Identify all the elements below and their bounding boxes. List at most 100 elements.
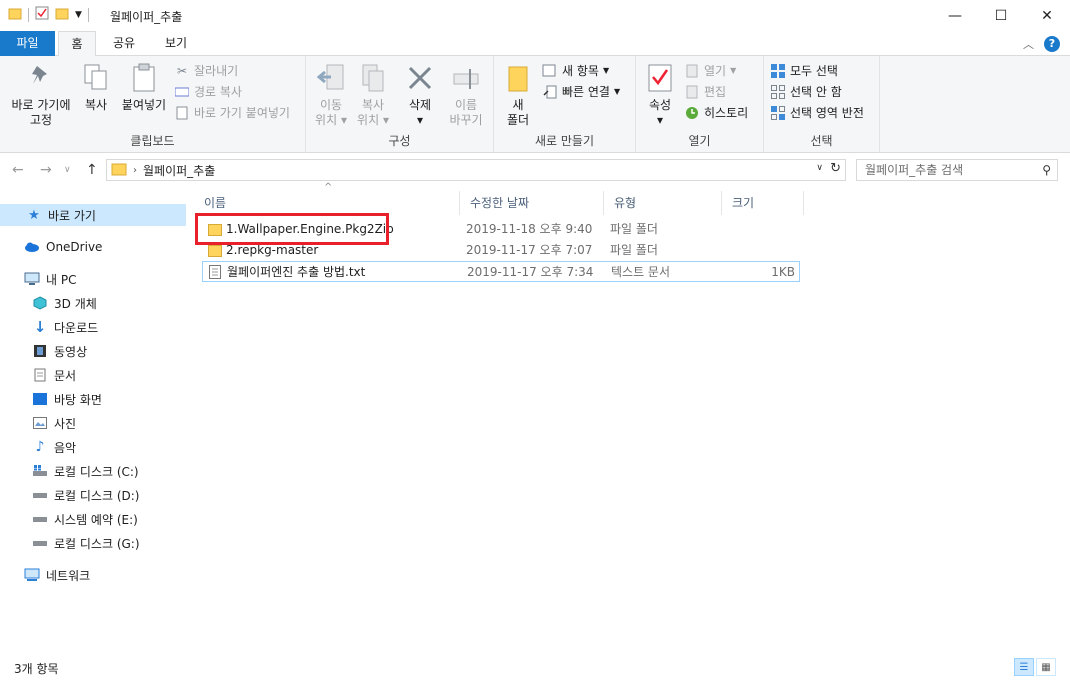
windows-drive-icon xyxy=(32,463,48,479)
drive-icon xyxy=(32,511,48,527)
search-input[interactable]: 월페이퍼_추출 검색 ⚲ xyxy=(856,159,1058,181)
item-count: 3개 항목 xyxy=(14,662,59,676)
edit-button[interactable]: 편집 xyxy=(684,83,726,101)
select-all-icon xyxy=(770,63,786,79)
copy-to-button[interactable]: 복사 위치 ▾ xyxy=(354,62,392,128)
sidebar-item-this-pc[interactable]: 내 PC xyxy=(0,268,186,290)
file-size: 1KB xyxy=(771,265,795,279)
network-icon xyxy=(24,567,40,583)
tab-share[interactable]: 공유 xyxy=(100,31,148,56)
refresh-icon[interactable]: ↻ xyxy=(830,161,841,176)
scissors-icon: ✂ xyxy=(176,64,188,78)
breadcrumb[interactable]: 월페이퍼_추출 xyxy=(143,162,215,179)
cloud-icon xyxy=(24,239,40,255)
delete-button[interactable]: 삭제 ▾ xyxy=(402,62,438,128)
download-icon: ↓ xyxy=(33,318,47,336)
sidebar-item-music[interactable]: ♪ 음악 xyxy=(0,436,186,458)
easy-access-button[interactable]: 빠른 연결 ▼ xyxy=(542,83,620,101)
tab-view[interactable]: 보기 xyxy=(152,31,200,56)
window-title: 월페이퍼_추출 xyxy=(110,10,183,24)
details-view-icon: ☰ xyxy=(1019,661,1029,673)
new-folder-button[interactable]: 새 폴더 xyxy=(502,62,534,128)
select-none-icon xyxy=(770,84,786,100)
sidebar-item-documents[interactable]: 문서 xyxy=(0,364,186,386)
sidebar-item-drive-d[interactable]: 로컬 디스크 (D:) xyxy=(0,484,186,506)
recent-locations-icon[interactable]: ∨ xyxy=(64,165,71,175)
close-button[interactable]: ✕ xyxy=(1024,0,1070,31)
properties-button[interactable]: 속성 ▾ xyxy=(642,62,678,128)
details-view-button[interactable]: ☰ xyxy=(1014,658,1034,676)
sidebar-item-pictures[interactable]: 사진 xyxy=(0,412,186,434)
column-header-name[interactable]: 이름 xyxy=(194,191,460,215)
music-icon: ♪ xyxy=(35,439,45,455)
tab-file[interactable]: 파일 xyxy=(0,31,55,56)
drive-icon xyxy=(32,487,48,503)
open-button[interactable]: 열기 ▼ xyxy=(684,62,736,80)
delete-x-icon xyxy=(404,62,436,94)
document-icon xyxy=(32,367,48,383)
sidebar-item-3d-objects[interactable]: 3D 개체 xyxy=(0,292,186,314)
properties-icon[interactable] xyxy=(35,6,49,23)
new-item-icon xyxy=(542,63,558,79)
history-button[interactable]: 히스토리 xyxy=(684,104,748,122)
forward-arrow-icon[interactable]: → xyxy=(40,162,52,178)
select-all-button[interactable]: 모두 선택 xyxy=(770,62,838,80)
folder-icon xyxy=(8,6,22,23)
new-item-button[interactable]: 새 항목 ▼ xyxy=(542,62,609,80)
back-arrow-icon[interactable]: ← xyxy=(12,162,24,178)
sidebar-item-onedrive[interactable]: OneDrive xyxy=(0,236,186,258)
sidebar-item-network[interactable]: 네트워크 xyxy=(0,564,186,586)
paste-shortcut-button[interactable]: 바로 가기 붙여넣기 xyxy=(174,104,290,122)
desktop-icon xyxy=(32,391,48,407)
address-dropdown-icon[interactable]: ∨ xyxy=(816,163,823,173)
maximize-button[interactable]: ☐ xyxy=(978,0,1024,31)
table-row[interactable]: 월페이퍼엔진 추출 방법.txt 2019-11-17 오후 7:34 텍스트 … xyxy=(202,261,800,282)
navigation-bar: ← → ∨ ↑ › 월페이퍼_추출 ∨ ↻ 월페이퍼_추출 검색 ⚲ xyxy=(0,154,1070,186)
new-folder-icon[interactable] xyxy=(55,6,69,23)
sidebar-item-drive-e[interactable]: 시스템 예약 (E:) xyxy=(0,508,186,530)
file-date: 2019-11-17 오후 7:34 xyxy=(467,265,594,279)
column-header-type[interactable]: 유형 xyxy=(604,191,722,215)
breadcrumb-separator-icon: › xyxy=(133,164,137,176)
path-icon xyxy=(174,84,190,100)
sidebar-item-quick-access[interactable]: ★ 바로 가기 xyxy=(0,204,186,226)
chevron-down-icon[interactable]: ▼ xyxy=(75,10,82,20)
picture-icon xyxy=(32,415,48,431)
move-icon xyxy=(315,62,347,94)
file-date: 2019-11-18 오후 9:40 xyxy=(466,222,593,236)
sidebar-item-drive-c[interactable]: 로컬 디스크 (C:) xyxy=(0,460,186,482)
copy-path-button[interactable]: 경로 복사 xyxy=(174,83,242,101)
up-arrow-icon[interactable]: ↑ xyxy=(86,162,98,178)
invert-selection-button[interactable]: 선택 영역 반전 xyxy=(770,104,864,122)
copy-icon xyxy=(80,62,112,94)
sidebar-item-drive-g[interactable]: 로컬 디스크 (G:) xyxy=(0,532,186,554)
minimize-button[interactable]: — xyxy=(932,0,978,31)
drive-icon xyxy=(32,535,48,551)
copy-to-icon xyxy=(357,62,389,94)
select-none-button[interactable]: 선택 안 함 xyxy=(770,83,842,101)
sidebar-item-downloads[interactable]: ↓ 다운로드 xyxy=(0,316,186,338)
search-icon[interactable]: ⚲ xyxy=(1042,160,1051,180)
large-icons-view-button[interactable]: ▦ xyxy=(1036,658,1056,676)
open-icon xyxy=(684,63,700,79)
move-to-button[interactable]: 이동 위치 ▾ xyxy=(312,62,350,128)
collapse-ribbon-icon[interactable]: ︿ xyxy=(1023,36,1034,52)
file-type: 텍스트 문서 xyxy=(611,265,671,279)
large-icons-view-icon: ▦ xyxy=(1041,661,1051,673)
folder-icon xyxy=(111,162,127,179)
help-icon[interactable]: ? xyxy=(1044,36,1060,52)
sidebar-item-videos[interactable]: 동영상 xyxy=(0,340,186,362)
star-icon: ★ xyxy=(28,207,40,223)
new-group: 새 폴더 새 항목 ▼ 빠른 연결 ▼ 새로 만들기 xyxy=(494,56,636,153)
column-header-date[interactable]: 수정한 날짜 xyxy=(460,191,604,215)
tab-home[interactable]: 홈 xyxy=(58,31,96,57)
organize-group: 이동 위치 ▾ 복사 위치 ▾ 삭제 ▾ 이름 바꾸기 구성 xyxy=(306,56,494,153)
rename-button[interactable]: 이름 바꾸기 xyxy=(446,62,486,128)
paste-button[interactable]: 붙여넣기 xyxy=(118,62,170,113)
sidebar-item-desktop[interactable]: 바탕 화면 xyxy=(0,388,186,410)
copy-button[interactable]: 복사 xyxy=(78,62,114,113)
address-bar[interactable]: › 월페이퍼_추출 ∨ ↻ xyxy=(106,159,846,181)
cut-button[interactable]: ✂ 잘라내기 xyxy=(174,62,238,80)
column-header-size[interactable]: 크기 xyxy=(722,191,804,215)
pin-quick-access-button[interactable]: 바로 가기에 고정 xyxy=(6,62,76,128)
